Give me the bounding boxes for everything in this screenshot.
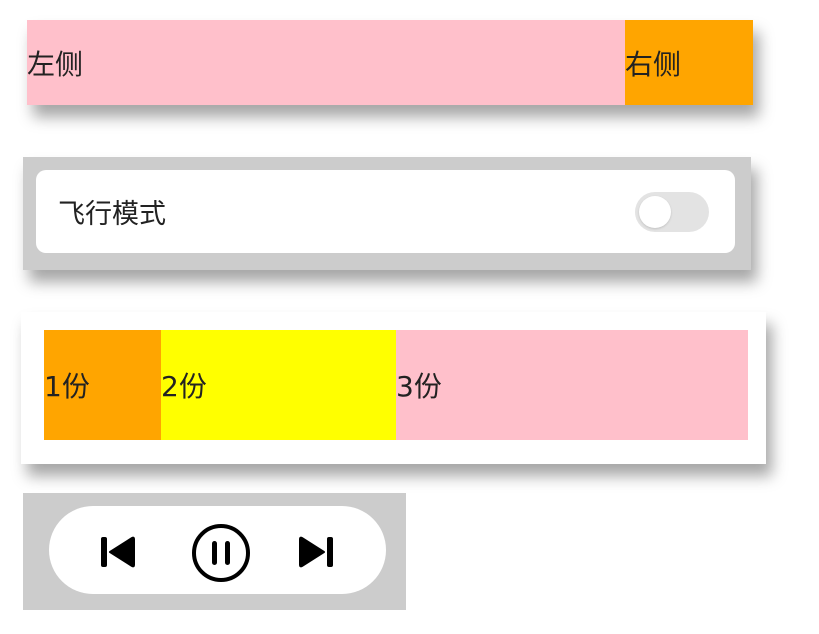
- segment-2-label: 2份: [161, 370, 207, 403]
- segment-1: 1份: [44, 330, 161, 440]
- media-controls: [49, 506, 386, 594]
- ratio-bar: 1份 2份 3份: [44, 330, 748, 440]
- segment-2: 2份: [161, 330, 396, 440]
- right-label: 右侧: [625, 47, 682, 81]
- skip-previous-icon[interactable]: [96, 530, 140, 574]
- left-label: 左侧: [27, 47, 84, 81]
- toggle-knob: [639, 196, 671, 228]
- left-panel: 左侧: [27, 20, 625, 105]
- airplane-mode-label: 飞行模式: [58, 199, 166, 230]
- right-panel: 右侧: [625, 20, 753, 105]
- segment-1-label: 1份: [44, 370, 90, 403]
- media-controls-container: [23, 493, 406, 610]
- airplane-mode-container: 飞行模式: [23, 157, 751, 270]
- airplane-mode-row: 飞行模式: [36, 170, 735, 253]
- pause-icon[interactable]: [191, 523, 251, 583]
- skip-next-icon[interactable]: [294, 530, 338, 574]
- ratio-container: 1份 2份 3份: [21, 312, 766, 464]
- segment-3-label: 3份: [396, 370, 442, 403]
- airplane-mode-toggle[interactable]: [635, 192, 709, 232]
- split-row: 左侧 右侧: [27, 20, 753, 105]
- segment-3: 3份: [396, 330, 748, 440]
